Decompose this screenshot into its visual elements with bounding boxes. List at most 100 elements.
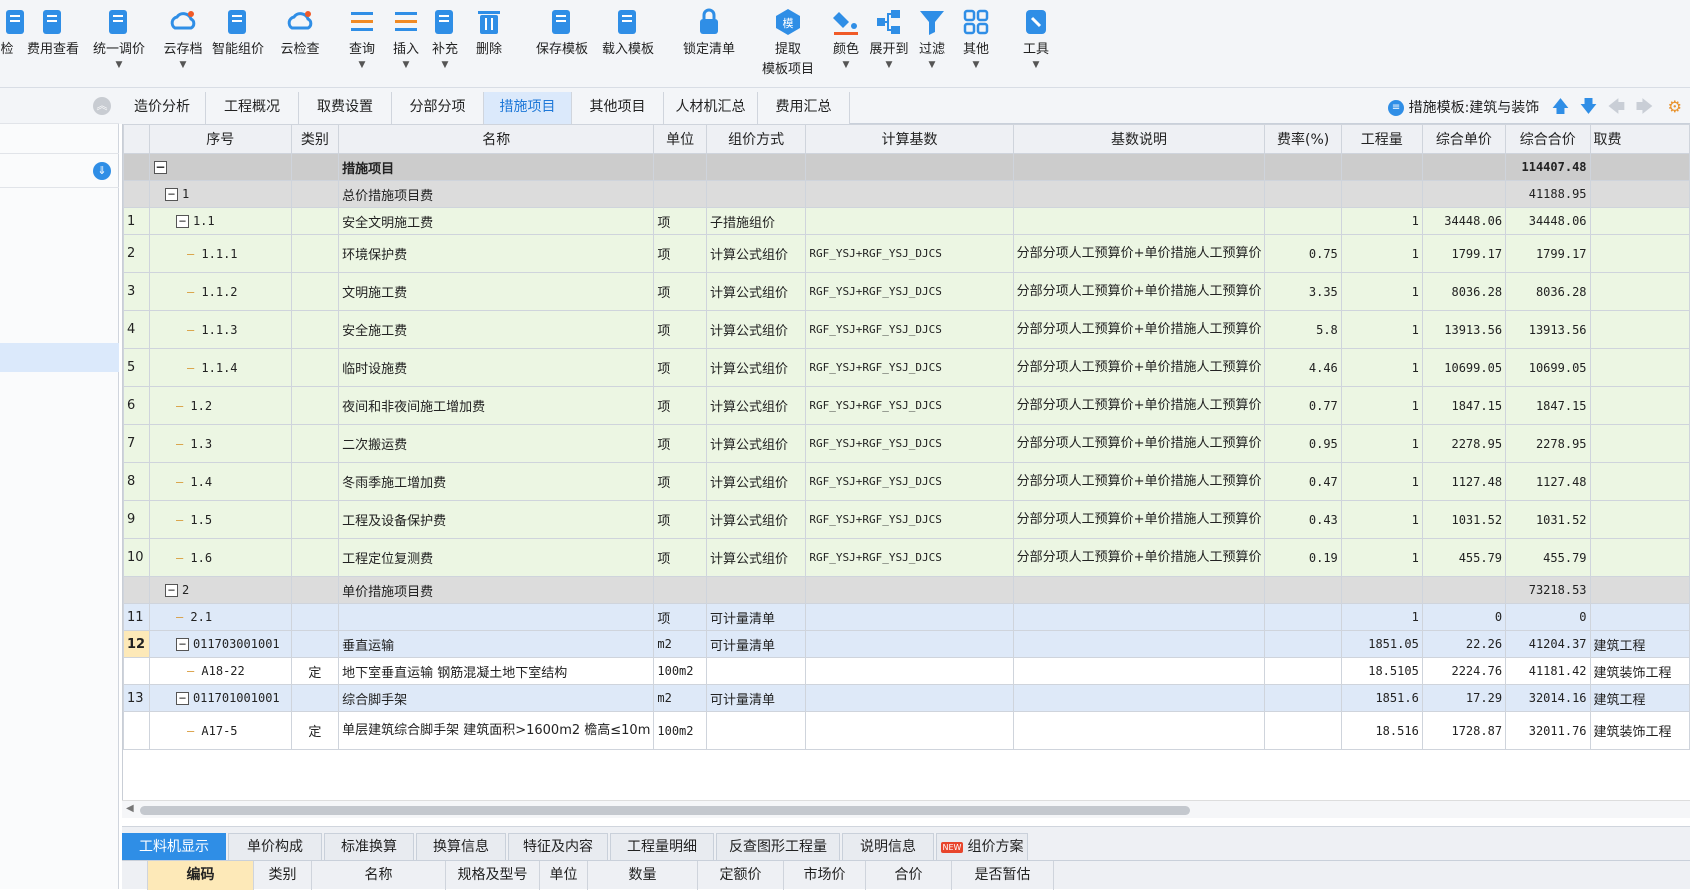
total-price-cell[interactable]: 41188.95	[1505, 180, 1591, 208]
bottom-column-header[interactable]: 编码	[148, 861, 254, 890]
rate-cell[interactable]: 5.8	[1264, 310, 1342, 349]
bottom-column-header[interactable]: 类别	[254, 861, 312, 890]
toolbar-button-insert[interactable]: 插入 ▼	[389, 4, 423, 84]
qty-cell[interactable]: 1	[1340, 272, 1423, 311]
unit-price-cell[interactable]: 455.79	[1421, 538, 1507, 577]
bottom-tab-7[interactable]: 说明信息	[842, 833, 934, 861]
base-desc-cell[interactable]	[1012, 711, 1266, 750]
base-cell[interactable]	[805, 630, 1014, 658]
row-number[interactable]: 1	[123, 207, 150, 235]
code-cell[interactable]: — A18-22	[148, 657, 292, 685]
name-cell[interactable]: 环境保护费	[338, 234, 655, 273]
bottom-column-header[interactable]: 合价	[866, 861, 952, 890]
row-number[interactable]: 2	[123, 234, 150, 273]
toolbar-button-smart-pricing[interactable]: 智能组价	[208, 4, 268, 84]
rate-cell[interactable]	[1264, 180, 1342, 208]
method-cell[interactable]: 计算公式组价	[705, 348, 807, 387]
base-cell[interactable]: RGF_YSJ+RGF_YSJ_DJCS	[805, 234, 1014, 273]
name-cell[interactable]: 综合脚手架	[338, 684, 655, 712]
rate-cell[interactable]	[1264, 657, 1342, 685]
name-cell[interactable]: 垂直运输	[338, 630, 655, 658]
code-cell[interactable]: — 1.6	[148, 538, 292, 577]
base-cell[interactable]: RGF_YSJ+RGF_YSJ_DJCS	[805, 272, 1014, 311]
column-header[interactable]: 综合合价	[1505, 124, 1591, 154]
column-header[interactable]: 取费	[1589, 124, 1690, 154]
table-row[interactable]: — A17-5 定单层建筑综合脚手架 建筑面积>1600m2 檐高≤10m 100m…	[123, 711, 1690, 750]
unit-cell[interactable]: 项	[653, 538, 707, 577]
base-desc-cell[interactable]	[1012, 684, 1266, 712]
base-cell[interactable]	[805, 153, 1014, 181]
column-header[interactable]: 基数说明	[1012, 124, 1266, 154]
column-header[interactable]: 单位	[653, 124, 707, 154]
move-down-icon[interactable]: 🡇	[1580, 97, 1597, 117]
row-number[interactable]: 3	[123, 272, 150, 311]
unit-cell[interactable]	[653, 180, 707, 208]
name-cell[interactable]: 二次搬运费	[338, 424, 655, 463]
method-cell[interactable]: 计算公式组价	[705, 234, 807, 273]
table-row[interactable]: 10— 1.6 工程定位复测费项计算公式组价 RGF_YSJ+RGF_YSJ_DJC…	[123, 538, 1690, 577]
tab-3[interactable]: 分部分项	[392, 92, 484, 124]
method-cell[interactable]: 计算公式组价	[705, 386, 807, 425]
type-cell[interactable]	[290, 310, 340, 349]
unit-cell[interactable]: 100m2	[653, 657, 707, 685]
base-desc-cell[interactable]	[1012, 576, 1266, 604]
rate-cell[interactable]	[1264, 630, 1342, 658]
toolbar-button-supplement[interactable]: 补充 ▼	[428, 4, 462, 84]
column-header[interactable]: 计算基数	[805, 124, 1014, 154]
name-cell[interactable]: 单层建筑综合脚手架 建筑面积>1600m2 檐高≤10m	[338, 711, 655, 750]
name-cell[interactable]: 文明施工费	[338, 272, 655, 311]
base-cell[interactable]: RGF_YSJ+RGF_YSJ_DJCS	[805, 424, 1014, 463]
code-cell[interactable]: — 1.4	[148, 462, 292, 501]
unit-cell[interactable]: 项	[653, 462, 707, 501]
name-cell[interactable]: 安全文明施工费	[338, 207, 655, 235]
qty-cell[interactable]: 1	[1340, 424, 1423, 463]
download-icon[interactable]: ⇓	[93, 162, 111, 180]
qty-cell[interactable]: 18.516	[1340, 711, 1423, 750]
rate-cell[interactable]	[1264, 684, 1342, 712]
name-cell[interactable]: 安全施工费	[338, 310, 655, 349]
method-cell[interactable]: 可计量清单	[705, 603, 807, 631]
rate-cell[interactable]: 4.46	[1264, 348, 1342, 387]
unit-cell[interactable]: 项	[653, 424, 707, 463]
chevron-down-icon[interactable]: ▼	[866, 60, 912, 70]
code-cell[interactable]: −011701001001	[148, 684, 292, 712]
unit-cell[interactable]: 项	[653, 500, 707, 539]
chevron-down-icon[interactable]: ▼	[86, 60, 152, 70]
method-cell[interactable]	[705, 711, 807, 750]
base-desc-cell[interactable]: 分部分项人工预算价+单价措施人工预算价	[1012, 234, 1266, 273]
row-number[interactable]: 11	[123, 603, 150, 631]
base-desc-cell[interactable]	[1012, 153, 1266, 181]
toolbar-button-save-template[interactable]: 保存模板	[532, 4, 592, 84]
table-row[interactable]: 8— 1.4 冬雨季施工增加费项计算公式组价 RGF_YSJ+RGF_YSJ_DJC…	[123, 462, 1690, 501]
base-cell[interactable]	[805, 684, 1014, 712]
base-desc-cell[interactable]	[1012, 180, 1266, 208]
toolbar-button-expand-to[interactable]: 展开到 ▼	[866, 4, 912, 84]
code-cell[interactable]: — 1.5	[148, 500, 292, 539]
column-header[interactable]: 类别	[290, 124, 340, 154]
toolbar-button-check[interactable]: 检	[0, 4, 24, 84]
base-desc-cell[interactable]	[1012, 630, 1266, 658]
left-panel-row[interactable]	[0, 124, 119, 154]
rate-cell[interactable]	[1264, 153, 1342, 181]
code-cell[interactable]: — 1.1.3	[148, 310, 292, 349]
fee-cell[interactable]: 建筑工程	[1589, 684, 1690, 712]
bottom-tab-3[interactable]: 换算信息	[416, 833, 506, 861]
table-row[interactable]: 5— 1.1.4 临时设施费项计算公式组价 RGF_YSJ+RGF_YSJ_DJCS…	[123, 348, 1690, 387]
total-price-cell[interactable]: 13913.56	[1505, 310, 1591, 349]
total-price-cell[interactable]: 32011.76	[1505, 711, 1591, 750]
row-number[interactable]: 6	[123, 386, 150, 425]
table-row[interactable]: — A18-22 定地下室垂直运输 钢筋混凝土地下室结构 100m2 18.5105 2…	[123, 657, 1690, 685]
chevron-down-icon[interactable]: ▼	[389, 60, 423, 70]
unit-price-cell[interactable]: 22.26	[1421, 630, 1507, 658]
scroll-left-icon[interactable]: ◀	[126, 803, 134, 814]
code-cell[interactable]: — 1.1.4	[148, 348, 292, 387]
base-desc-cell[interactable]	[1012, 603, 1266, 631]
base-cell[interactable]	[805, 180, 1014, 208]
bottom-column-header[interactable]: 规格及型号	[446, 861, 540, 890]
qty-cell[interactable]: 1	[1340, 234, 1423, 273]
tab-7[interactable]: 费用汇总	[758, 92, 850, 124]
unit-price-cell[interactable]	[1421, 576, 1507, 604]
chevron-down-icon[interactable]: ▼	[428, 60, 462, 70]
unit-cell[interactable]: 项	[653, 603, 707, 631]
toolbar-button-tools[interactable]: 工具 ▼	[1018, 4, 1054, 84]
